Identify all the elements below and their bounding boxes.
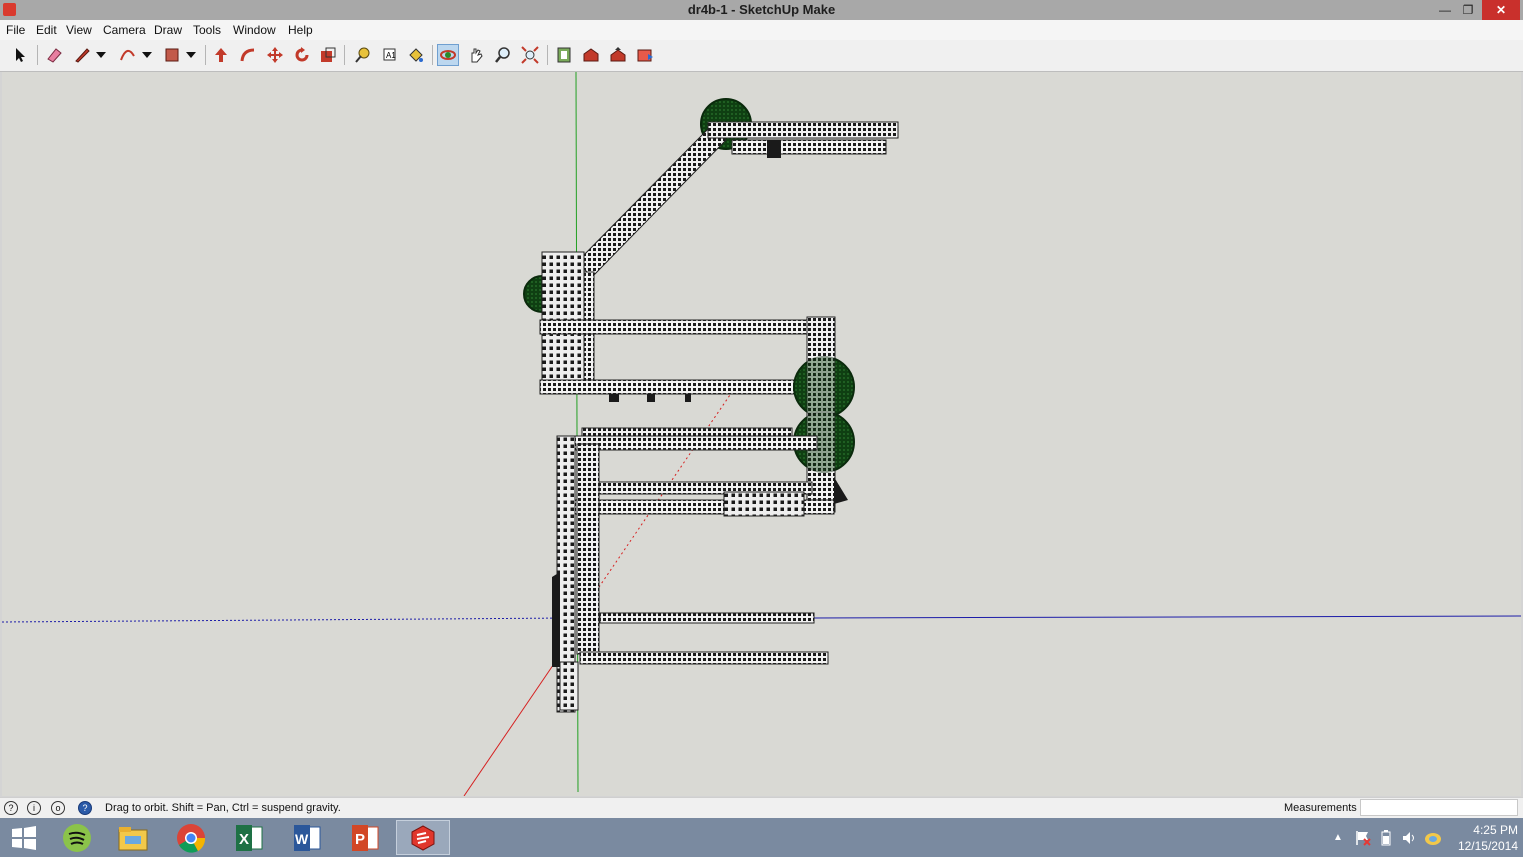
arc-icon[interactable]	[116, 44, 138, 66]
red-axis	[463, 651, 563, 796]
toolbar-separator	[344, 45, 345, 65]
model-viewport[interactable]	[2, 72, 1521, 796]
middle-bracket	[723, 491, 805, 517]
blue-axis	[811, 615, 1521, 619]
lower-bar-upper[interactable]	[599, 612, 815, 624]
pencil-line-icon[interactable]	[71, 44, 93, 66]
lower-bar-bottom[interactable]	[579, 651, 829, 665]
toolbar-separator	[432, 45, 433, 65]
sign-in-icon[interactable]: o	[51, 801, 65, 815]
move-icon[interactable]	[264, 44, 286, 66]
zoom-extents-icon[interactable]	[519, 44, 541, 66]
dropdown-arrow-icon[interactable]	[140, 44, 154, 66]
select-arrow-icon[interactable]	[9, 44, 31, 66]
menu-tools[interactable]: Tools	[193, 23, 221, 37]
paint-bucket-icon[interactable]	[405, 44, 427, 66]
menu-view[interactable]: View	[66, 23, 92, 37]
instructor-icon[interactable]: ?	[78, 801, 92, 815]
menu-file[interactable]: File	[6, 23, 25, 37]
scale-icon[interactable]	[317, 44, 339, 66]
minimize-button[interactable]: —	[1435, 0, 1455, 20]
left-column-foot	[559, 661, 579, 711]
action-center-flag-icon[interactable]	[1355, 830, 1371, 849]
top-bracket	[767, 140, 781, 158]
bracket	[647, 394, 655, 402]
toolbar-separator	[37, 45, 38, 65]
bracket	[685, 394, 691, 402]
dropdown-arrow-icon[interactable]	[184, 44, 198, 66]
status-bar: ? i o ? Drag to orbit. Shift = Pan, Ctrl…	[0, 797, 1523, 819]
measurements-label: Measurements	[1284, 802, 1357, 814]
middle-frame-rail	[581, 427, 793, 437]
warehouse-share-icon[interactable]	[607, 44, 629, 66]
svg-text:A1: A1	[386, 51, 396, 60]
menu-window[interactable]: Window	[233, 23, 276, 37]
show-hidden-icons-icon[interactable]: ▲	[1333, 832, 1343, 843]
eraser-icon[interactable]	[43, 44, 65, 66]
left-plate[interactable]	[541, 251, 585, 383]
model-canvas[interactable]	[2, 72, 1521, 796]
file-explorer-icon[interactable]	[106, 820, 160, 855]
upper-frame-bottom[interactable]	[539, 379, 821, 395]
tape-measure-icon[interactable]	[351, 44, 373, 66]
sketchup-icon[interactable]	[396, 820, 450, 855]
bracket	[609, 394, 619, 402]
measurements-input[interactable]	[1360, 799, 1518, 816]
rotate-icon[interactable]	[291, 44, 313, 66]
dimension-text-icon[interactable]: A1	[378, 44, 400, 66]
left-column-inner[interactable]	[576, 443, 600, 655]
taskbar-clock[interactable]: 4:25 PM 12/15/2014	[1440, 822, 1518, 854]
side-bracket	[552, 572, 560, 667]
warehouse-get-icon[interactable]	[580, 44, 602, 66]
title-bar: dr4b-1 - SketchUp Make — ❐ ✕	[0, 0, 1523, 20]
window-title: dr4b-1 - SketchUp Make	[687, 2, 836, 17]
upper-frame-top[interactable]	[539, 319, 821, 335]
orbit-icon[interactable]	[437, 44, 459, 66]
clock-time: 4:25 PM	[1473, 823, 1518, 837]
pan-icon[interactable]	[465, 44, 487, 66]
word-icon[interactable]: W	[280, 820, 334, 855]
toolbar-separator	[205, 45, 206, 65]
top-bar[interactable]	[707, 121, 899, 139]
follow-me-icon[interactable]	[237, 44, 259, 66]
geolocation-icon[interactable]: ?	[4, 801, 18, 815]
svg-text:X: X	[239, 831, 249, 848]
menu-camera[interactable]: Camera	[103, 23, 146, 37]
svg-text:W: W	[295, 831, 309, 847]
blue-axis-dotted	[2, 617, 573, 623]
volume-icon[interactable]	[1401, 830, 1417, 849]
side-bracket	[834, 477, 848, 504]
extension-warehouse-icon[interactable]	[634, 44, 656, 66]
menu-help[interactable]: Help	[288, 23, 313, 37]
menu-bar: File Edit View Camera Draw Tools Window …	[0, 20, 1523, 40]
diagonal-arm[interactable]	[576, 126, 727, 278]
push-pull-icon[interactable]	[210, 44, 232, 66]
menu-draw[interactable]: Draw	[154, 23, 182, 37]
rectangle-icon[interactable]	[161, 44, 183, 66]
close-button[interactable]: ✕	[1482, 0, 1520, 20]
status-hint: Drag to orbit. Shift = Pan, Ctrl = suspe…	[105, 802, 341, 814]
clock-date: 12/15/2014	[1457, 839, 1518, 853]
restore-button[interactable]: ❐	[1458, 0, 1478, 20]
zoom-icon[interactable]	[492, 44, 514, 66]
top-bar-lower[interactable]	[731, 139, 887, 155]
menu-edit[interactable]: Edit	[36, 23, 57, 37]
chrome-icon[interactable]	[164, 820, 218, 855]
model-info-icon[interactable]	[553, 44, 575, 66]
windows-taskbar: X W P ▲ 4:25 PM 12/15/2014	[0, 818, 1523, 857]
battery-power-icon[interactable]	[1378, 830, 1394, 849]
main-toolbar: A1	[0, 40, 1523, 72]
svg-text:P: P	[355, 831, 365, 848]
powerpoint-icon[interactable]: P	[338, 820, 392, 855]
spotify-icon[interactable]	[50, 820, 104, 855]
credits-icon[interactable]: i	[27, 801, 41, 815]
windows-start-icon[interactable]	[0, 820, 48, 855]
excel-icon[interactable]: X	[222, 820, 276, 855]
toolbar-separator	[547, 45, 548, 65]
dropdown-arrow-icon[interactable]	[94, 44, 108, 66]
